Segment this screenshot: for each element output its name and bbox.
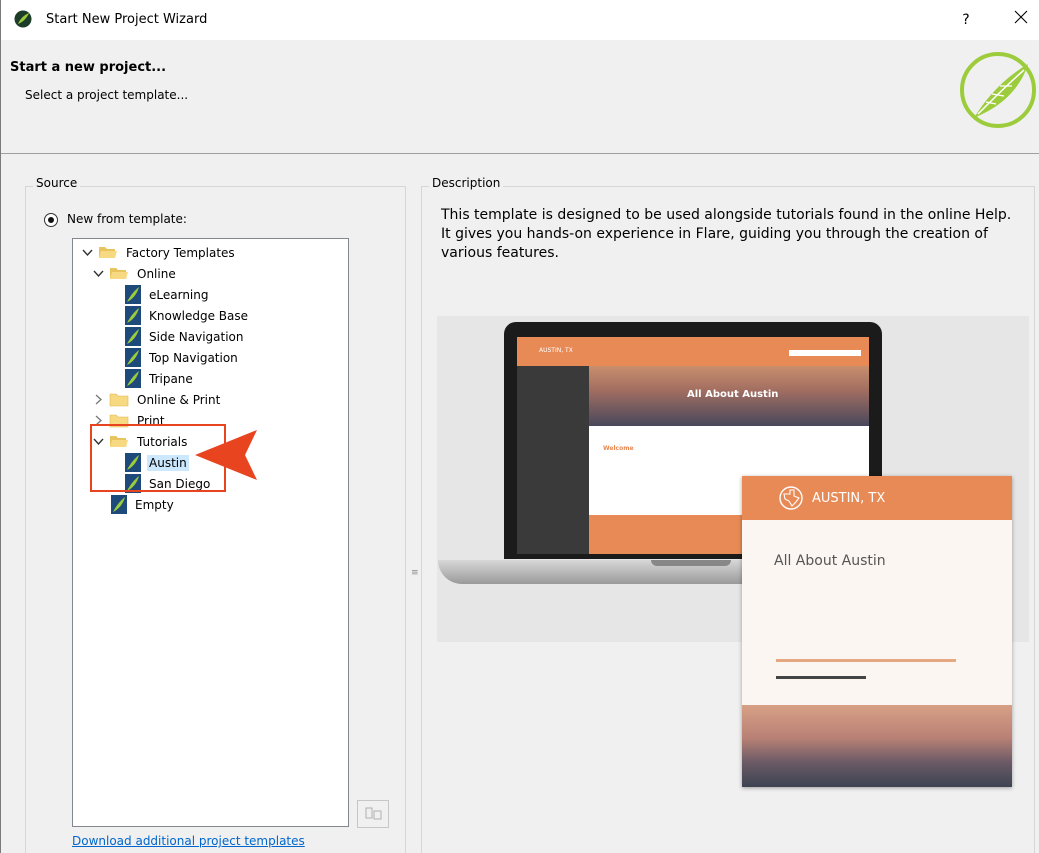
- annotation-arrow-icon: [195, 430, 257, 480]
- template-icon: [125, 348, 141, 367]
- window-title: Start New Project Wizard: [46, 12, 208, 27]
- wizard-window: Start New Project Wizard ? Start a new p…: [0, 0, 1039, 853]
- template-icon: [125, 285, 141, 304]
- texas-logo-icon: [779, 486, 803, 510]
- doc-text-line: [776, 659, 956, 662]
- flare-logo-icon: [960, 52, 1036, 128]
- tree-item-label: Empty: [135, 497, 174, 512]
- tree-item-empty[interactable]: Empty: [111, 494, 176, 515]
- chevron-down-icon[interactable]: [93, 268, 104, 279]
- folder-view-icon: [365, 807, 382, 820]
- flare-app-icon: [14, 10, 32, 28]
- folder-open-icon: [99, 247, 117, 258]
- tree-item-factory-templates[interactable]: Factory Templates: [82, 242, 237, 263]
- template-icon: [125, 306, 141, 325]
- chevron-down-icon[interactable]: [82, 247, 93, 258]
- template-icon: [111, 495, 127, 514]
- screen-hero-title: All About Austin: [687, 389, 779, 400]
- page-title: Start a new project...: [10, 60, 167, 75]
- tree-item-tripane[interactable]: Tripane: [125, 368, 195, 389]
- doc-brand: AUSTIN, TX: [812, 491, 886, 506]
- tree-item-label: Side Navigation: [149, 329, 244, 344]
- page-subtitle: Select a project template...: [25, 88, 189, 102]
- doc-header: AUSTIN, TX: [742, 476, 1012, 520]
- template-folder-button[interactable]: [357, 800, 389, 828]
- close-icon: [1014, 10, 1028, 24]
- tree-item-label: Tripane: [149, 371, 193, 386]
- screen-search: [789, 350, 861, 356]
- close-button[interactable]: [1004, 9, 1038, 31]
- screen-welcome: Welcome: [603, 445, 634, 452]
- title-bar: Start New Project Wizard ?: [1, 0, 1039, 40]
- tree-item-label: Online & Print: [137, 392, 221, 407]
- source-group-label: Source: [33, 176, 81, 190]
- tree-item-elearning[interactable]: eLearning: [125, 284, 210, 305]
- tree-item-label: Factory Templates: [126, 245, 235, 260]
- wizard-header: Start a new project... Select a project …: [1, 40, 1039, 154]
- template-icon: [125, 327, 141, 346]
- tree-item-label: eLearning: [149, 287, 209, 302]
- screen-brand: AUSTIN, TX: [539, 347, 573, 354]
- splitter-handle[interactable]: ≡: [411, 568, 419, 578]
- tree-item-label: Online: [137, 266, 176, 281]
- tree-item-online[interactable]: Online: [93, 263, 178, 284]
- tree-item-label: Knowledge Base: [149, 308, 248, 323]
- doc-skyline-photo: [742, 705, 1012, 787]
- print-document-preview: AUSTIN, TX All About Austin: [742, 476, 1012, 787]
- template-icon: [125, 369, 141, 388]
- new-from-template-radio[interactable]: [44, 213, 58, 227]
- template-tree[interactable]: Factory Templates Online eLearning Knowl…: [72, 238, 349, 827]
- doc-title: All About Austin: [774, 553, 886, 569]
- new-from-template-label: New from template:: [67, 212, 187, 226]
- doc-text-line: [776, 676, 866, 679]
- chevron-right-icon[interactable]: [93, 394, 104, 405]
- tree-item-side-navigation[interactable]: Side Navigation: [125, 326, 246, 347]
- description-group-label: Description: [429, 176, 504, 190]
- tree-item-knowledge-base[interactable]: Knowledge Base: [125, 305, 250, 326]
- folder-icon: [109, 393, 129, 407]
- tree-item-online-and-print[interactable]: Online & Print: [93, 389, 222, 410]
- tree-item-top-navigation[interactable]: Top Navigation: [125, 347, 240, 368]
- laptop-notch: [651, 560, 731, 566]
- folder-open-icon: [110, 268, 128, 279]
- help-button[interactable]: ?: [953, 9, 979, 31]
- description-text: This template is designed to be used alo…: [441, 207, 1012, 261]
- tree-item-label: Top Navigation: [149, 350, 238, 365]
- screen-sidebar: [517, 366, 589, 554]
- download-templates-link[interactable]: Download additional project templates: [72, 834, 305, 848]
